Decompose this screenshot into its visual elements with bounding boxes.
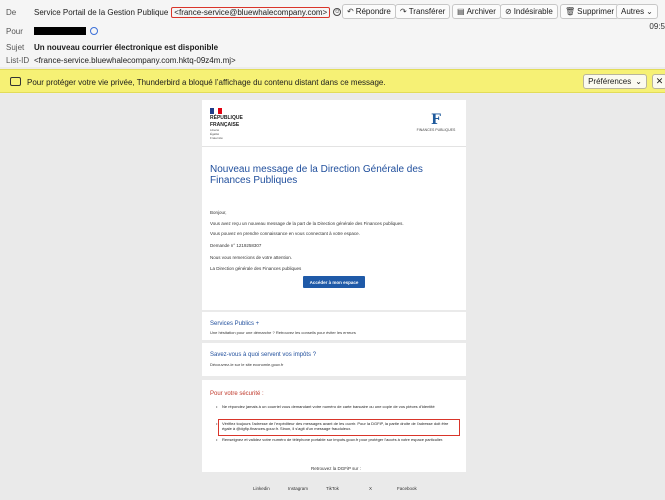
republique-francaise-logo: RÉPUBLIQUE FRANÇAISE Liberté Égalité Fra… xyxy=(210,108,250,140)
services-publics-text[interactable]: Une hésitation pour une démarche ? Retro… xyxy=(210,330,356,335)
chevron-down-icon: ⌄ xyxy=(646,7,653,16)
forward-icon: ↷ xyxy=(400,7,407,16)
rf-line1: RÉPUBLIQUE xyxy=(210,115,243,121)
reply-button[interactable]: ↶ Répondre xyxy=(342,4,396,19)
sender-name[interactable]: Service Portail de la Gestion Publique xyxy=(34,8,168,17)
chevron-down-icon: ⌄ xyxy=(635,77,642,86)
junk-button[interactable]: ⊘ Indésirable xyxy=(500,4,558,19)
services-publics-title[interactable]: Services Publics + xyxy=(210,321,259,327)
security-tip-2: Vérifiez toujours l'adresse de l'expédit… xyxy=(216,421,456,431)
greeting: Bonjour, xyxy=(210,210,227,215)
sender-address[interactable]: <france-service@bluewhalecompany.com> xyxy=(171,6,331,18)
from-label: De xyxy=(6,7,17,17)
recipient-contact-icon[interactable] xyxy=(90,27,98,35)
reply-icon: ↶ xyxy=(347,7,354,16)
junk-label: Indésirable xyxy=(513,7,553,16)
fp-text: FINANCES PUBLIQUES xyxy=(416,128,456,132)
security-tip-1: Ne répondez jamais à un courriel vous de… xyxy=(216,404,456,409)
services-publics-card: Services Publics + Une hésitation pour u… xyxy=(202,312,466,340)
security-tip-3: Renseignez et validez votre numéro de té… xyxy=(216,437,456,442)
social-facebook[interactable]: Facebook xyxy=(397,486,417,491)
fp-emblem-icon: F xyxy=(431,112,441,128)
message-header: De Service Portail de la Gestion Publiqu… xyxy=(0,0,665,67)
message-time: 09:5 xyxy=(649,22,665,31)
follow-text: Retrouvez la DGFiP sur : xyxy=(311,466,361,471)
access-account-button[interactable]: Accéder à mon espace xyxy=(303,276,365,288)
more-button[interactable]: Autres ⌄ xyxy=(616,4,658,19)
delete-label: Supprimer xyxy=(577,7,615,16)
banner-text: Pour protéger votre vie privée, Thunderb… xyxy=(27,78,386,87)
social-instagram[interactable]: Instagram xyxy=(288,486,308,491)
preferences-button[interactable]: Préférences ⌄ xyxy=(583,74,647,89)
listid-text: <france-service.bluewhalecompany.com.hkt… xyxy=(34,55,236,65)
paragraph-2: Vous pouvez en prendre connaissance en v… xyxy=(210,231,360,236)
reply-label: Répondre xyxy=(355,7,391,16)
rf-motto3: Fraternité xyxy=(210,136,223,140)
junk-icon: ⊘ xyxy=(505,7,512,16)
remote-content-icon xyxy=(10,77,21,86)
archive-label: Archiver xyxy=(466,7,496,16)
archive-button[interactable]: ▤ Archiver xyxy=(452,4,501,19)
taxes-title: Savez-vous à quoi servent vos impôts ? xyxy=(210,352,317,358)
security-card: Pour votre sécurité : Ne répondez jamais… xyxy=(202,380,466,472)
archive-icon: ▤ xyxy=(457,7,465,16)
finances-publiques-logo: F FINANCES PUBLIQUES xyxy=(412,112,460,132)
to-label: Pour xyxy=(6,26,23,36)
message-body: RÉPUBLIQUE FRANÇAISE Liberté Égalité Fra… xyxy=(0,94,665,500)
listid-row: List-ID <france-service.bluewhalecompany… xyxy=(6,51,236,69)
remote-content-banner: Pour protéger votre vie privée, Thunderb… xyxy=(0,69,665,93)
more-label: Autres xyxy=(621,7,645,16)
signature: La Direction générale des Finances publi… xyxy=(210,266,302,271)
forward-label: Transférer xyxy=(408,7,446,16)
thanks-text: Nous vous remercions de votre attention. xyxy=(210,255,293,260)
listid-label: List-ID xyxy=(6,55,30,65)
taxes-text[interactable]: Découvrez-le sur le site economie.gouv.f… xyxy=(210,362,283,367)
paragraph-1: Vous avez reçu un nouveau message de la … xyxy=(210,221,404,226)
forward-button[interactable]: ↷ Transférer xyxy=(395,4,451,19)
request-number: Demande n° 1219258307 xyxy=(210,243,262,248)
social-tiktok[interactable]: TikTok xyxy=(326,486,339,491)
redacted-recipient xyxy=(34,27,86,35)
security-title: Pour votre sécurité : xyxy=(210,391,264,397)
main-card: RÉPUBLIQUE FRANÇAISE Liberté Égalité Fra… xyxy=(202,100,466,310)
taxes-card: Savez-vous à quoi servent vos impôts ? D… xyxy=(202,343,466,376)
close-banner-button[interactable]: ✕ xyxy=(652,74,665,89)
delete-button[interactable]: 🗑 Supprimer xyxy=(560,4,620,19)
preferences-label: Préférences xyxy=(588,77,632,86)
social-linkedin[interactable]: Linkedin xyxy=(253,486,270,491)
social-x[interactable]: X xyxy=(369,486,372,491)
trash-icon: 🗑 xyxy=(565,7,576,16)
contact-icon[interactable]: ☺ xyxy=(333,8,342,16)
email-title: Nouveau message de la Direction Générale… xyxy=(210,164,423,186)
french-flag-icon xyxy=(210,108,222,114)
from-row: De Service Portail de la Gestion Publiqu… xyxy=(6,3,342,21)
